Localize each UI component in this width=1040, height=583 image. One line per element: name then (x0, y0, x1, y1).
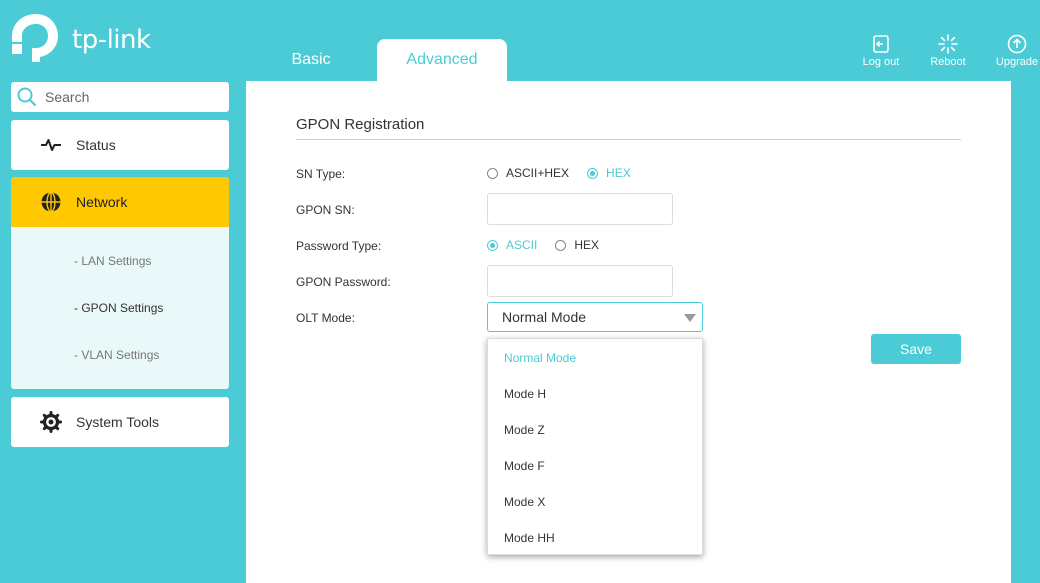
network-submenu: - LAN Settings - GPON Settings - VLAN Se… (11, 227, 229, 389)
sn-type-label: SN Type: (296, 167, 346, 181)
save-button[interactable]: Save (871, 334, 961, 364)
sidebar-subitem-gpon-settings[interactable]: - GPON Settings (74, 301, 163, 315)
sn-type-radio-group: ASCII+HEX HEX (487, 166, 649, 180)
sidebar-item-label: Status (76, 137, 116, 153)
gpon-password-label: GPON Password: (296, 275, 391, 289)
sidebar-item-status[interactable]: Status (11, 120, 229, 170)
password-type-hex-radio[interactable] (555, 239, 567, 251)
sn-type-hex-label[interactable]: HEX (606, 166, 631, 180)
olt-mode-option[interactable]: Mode Z (504, 423, 545, 437)
olt-mode-option[interactable]: Normal Mode (504, 351, 576, 365)
olt-mode-option[interactable]: Mode HH (504, 531, 555, 545)
gpon-sn-label: GPON SN: (296, 203, 355, 217)
logout-label: Log out (862, 56, 900, 68)
password-type-hex-label[interactable]: HEX (574, 238, 599, 252)
logout-button[interactable]: Log out (851, 34, 911, 68)
olt-mode-label: OLT Mode: (296, 311, 355, 325)
upgrade-button[interactable]: Upgrade (987, 34, 1040, 68)
gpon-password-input[interactable] (487, 265, 673, 297)
page-title: GPON Registration (296, 116, 425, 133)
sidebar-item-network[interactable]: Network (11, 177, 229, 227)
password-type-label: Password Type: (296, 239, 382, 253)
search-input[interactable] (45, 89, 215, 105)
olt-mode-option[interactable]: Mode X (504, 495, 545, 509)
olt-mode-select[interactable]: Normal Mode (487, 302, 703, 332)
gear-icon (39, 410, 63, 434)
olt-mode-option[interactable]: Mode F (504, 459, 545, 473)
search-icon (17, 87, 37, 107)
sidebar-subitem-vlan-settings[interactable]: - VLAN Settings (74, 348, 159, 362)
reboot-icon (938, 34, 958, 54)
olt-mode-dropdown: Normal Mode Mode H Mode Z Mode F Mode X … (487, 338, 703, 555)
chevron-down-icon (684, 314, 696, 322)
sidebar-subitem-lan-settings[interactable]: - LAN Settings (74, 254, 151, 268)
olt-mode-selected-value: Normal Mode (502, 309, 587, 325)
sidebar-item-system-tools[interactable]: System Tools (11, 397, 229, 447)
sidebar-item-label: System Tools (76, 414, 159, 430)
reboot-button[interactable]: Reboot (918, 34, 978, 68)
main-panel: GPON Registration SN Type: ASCII+HEX HEX… (246, 81, 1011, 583)
tab-basic[interactable]: Basic (250, 39, 372, 81)
tab-advanced[interactable]: Advanced (377, 39, 507, 81)
logout-icon (873, 35, 889, 53)
password-type-ascii-radio[interactable] (487, 239, 498, 251)
upgrade-icon (1007, 34, 1027, 54)
pulse-icon (39, 133, 63, 157)
olt-mode-option[interactable]: Mode H (504, 387, 546, 401)
brand-name: tp-link (72, 25, 151, 55)
sn-type-ascii-hex-label[interactable]: ASCII+HEX (506, 166, 569, 180)
upgrade-label: Upgrade (995, 56, 1039, 68)
sidebar-item-label: Network (76, 194, 128, 210)
password-type-radio-group: ASCII HEX (487, 238, 617, 252)
gpon-sn-input[interactable] (487, 193, 673, 225)
reboot-label: Reboot (930, 56, 966, 68)
title-divider (296, 139, 961, 140)
tp-link-logo-mark (12, 14, 58, 62)
password-type-ascii-label[interactable]: ASCII (506, 238, 537, 252)
sn-type-hex-radio[interactable] (587, 167, 599, 179)
globe-icon (39, 190, 63, 214)
search-box[interactable] (11, 82, 229, 112)
sn-type-ascii-hex-radio[interactable] (487, 167, 498, 179)
